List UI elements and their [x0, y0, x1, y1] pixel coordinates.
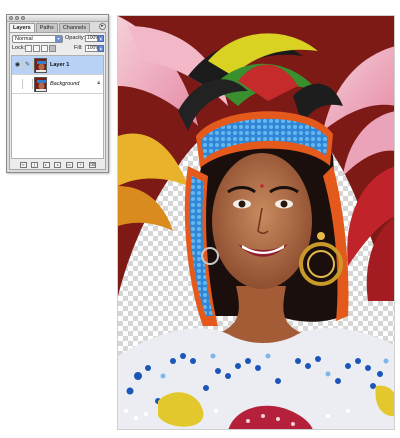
mask-icon[interactable]: ◐ [42, 161, 50, 168]
lock-label: Lock: [12, 45, 26, 51]
lock-icon: 🔒︎ [97, 80, 100, 86]
zoom-window-icon[interactable] [21, 16, 25, 20]
layer-thumbnail [34, 58, 47, 73]
link-cell[interactable] [23, 79, 33, 89]
lock-all-icon[interactable] [49, 45, 56, 52]
layer-row-background[interactable]: Background 🔒︎ [12, 75, 103, 94]
layer-name: Background [50, 81, 80, 87]
blend-mode-value: Normal [15, 36, 33, 42]
layers-list: ◉ ✎ Layer 1 Background 🔒︎ [11, 55, 104, 159]
fill-field[interactable]: 100% [85, 45, 100, 52]
portrait-image [118, 16, 394, 429]
paintbrush-icon[interactable]: ✎ [23, 60, 33, 70]
chevron-down-icon: ▾ [55, 36, 62, 42]
fill-slider-button[interactable]: ▸ [98, 45, 104, 52]
fx-icon[interactable]: ƒ [31, 161, 38, 168]
adjustment-icon[interactable]: ◑ [54, 161, 61, 168]
minimize-window-icon[interactable] [15, 16, 19, 20]
blend-mode-select[interactable]: Normal ▾ [12, 35, 63, 43]
new-layer-icon[interactable]: + [77, 161, 84, 168]
tab-layers[interactable]: Layers [9, 23, 35, 32]
layers-palette: Layers Paths Channels ▸ Normal ▾ Opacity… [6, 14, 109, 173]
layer-row-layer-1[interactable]: ◉ ✎ Layer 1 [12, 56, 103, 75]
layers-panel-body: Normal ▾ Opacity: 100% ▸ Lock: Fill: 100… [9, 32, 106, 170]
layer-name: Layer 1 [50, 62, 70, 68]
eye-icon[interactable]: ◉ [13, 60, 23, 70]
palette-bottom-bar: ∞ ƒ ◐ ◑ ▭ + ⌫ [11, 160, 104, 169]
lock-row: Lock: Fill: 100% ▸ [12, 45, 104, 54]
image-canvas[interactable] [117, 15, 395, 430]
link-icon[interactable]: ∞ [19, 161, 27, 168]
lock-transparency-icon[interactable] [25, 45, 32, 52]
trash-icon[interactable]: ⌫ [88, 161, 96, 168]
folder-icon[interactable]: ▭ [65, 161, 73, 168]
blend-row: Normal ▾ Opacity: 100% ▸ [12, 35, 104, 44]
opacity-label: Opacity: [65, 35, 86, 41]
fill-label: Fill: [74, 45, 83, 51]
tab-channels[interactable]: Channels [58, 23, 91, 32]
palette-titlebar[interactable] [7, 15, 108, 22]
layer-thumbnail [34, 77, 47, 92]
lock-position-icon[interactable] [41, 45, 48, 52]
opacity-slider-button[interactable]: ▸ [98, 35, 104, 42]
opacity-field[interactable]: 100% [85, 35, 100, 42]
palette-tabs: Layers Paths Channels [9, 23, 91, 32]
lock-image-icon[interactable] [33, 45, 40, 52]
palette-menu-icon[interactable]: ▸ [99, 23, 106, 30]
tab-paths[interactable]: Paths [35, 23, 58, 32]
visibility-empty-cell[interactable] [13, 79, 23, 89]
close-window-icon[interactable] [9, 16, 13, 20]
